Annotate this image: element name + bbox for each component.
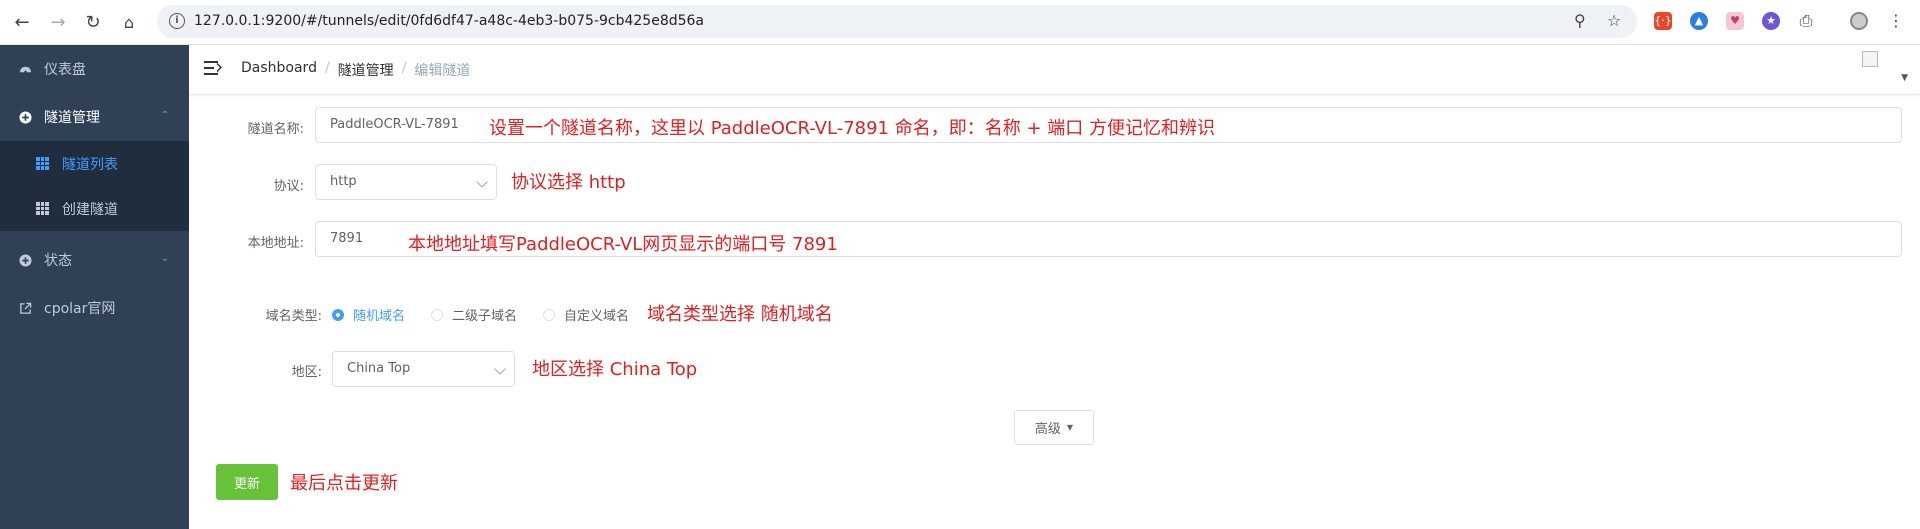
sidebar-item-status[interactable]: 状态 ⌄ <box>0 236 189 284</box>
sidebar: 仪表盘 隧道管理 ⌃ 隧道列表 创建隧道 状态 ⌄ cpolar官网 <box>0 45 189 529</box>
back-icon[interactable]: ← <box>9 9 35 35</box>
radio-label: 二级子域名 <box>452 309 518 324</box>
radio-custom-domain[interactable]: 自定义域名 <box>543 305 629 324</box>
extensions-icon[interactable]: ⎙ <box>1797 12 1815 30</box>
hamburger-icon[interactable] <box>204 60 222 76</box>
sidebar-item-label: 隧道管理 <box>44 110 100 126</box>
region-label: 地区: <box>291 365 322 380</box>
reload-icon[interactable]: ↻ <box>80 9 106 35</box>
sidebar-item-label: 状态 <box>44 253 72 269</box>
chevron-down-icon: ⌄ <box>160 253 169 264</box>
caret-down-icon[interactable]: ▼ <box>1901 73 1908 83</box>
sidebar-item-dashboard[interactable]: 仪表盘 <box>0 45 189 93</box>
annotation-domain: 域名类型选择 随机域名 <box>647 304 833 325</box>
radio-dot <box>431 308 443 321</box>
protocol-select[interactable]: http <box>315 164 497 200</box>
profile-icon[interactable] <box>1850 12 1868 30</box>
domain-type-label: 域名类型: <box>265 309 322 324</box>
update-button[interactable]: 更新 <box>216 464 278 500</box>
address-bar[interactable]: i 127.0.0.1:9200/#/tunnels/edit/0fd6df47… <box>157 5 1637 38</box>
annotation-protocol: 协议选择 http <box>511 172 626 193</box>
zoom-icon[interactable]: ⚲ <box>1574 11 1586 30</box>
browser-toolbar: ← → ↻ ⌂ i 127.0.0.1:9200/#/tunnels/edit/… <box>0 0 1920 45</box>
chevron-down-icon <box>494 363 506 375</box>
local-address-value: 7891 <box>330 231 364 246</box>
menu-icon[interactable]: ⋮ <box>1887 12 1905 30</box>
breadcrumb-item[interactable]: Dashboard <box>241 60 317 80</box>
sidebar-item-label: 隧道列表 <box>62 156 118 173</box>
update-label: 更新 <box>233 476 260 492</box>
extension-icon-2[interactable]: ▲ <box>1690 12 1708 30</box>
region-select[interactable]: China Top <box>332 351 515 387</box>
extension-icon-3[interactable]: ♥ <box>1726 12 1744 30</box>
radio-dot <box>332 308 344 321</box>
annotation-local: 本地地址填写PaddleOCR-VL网页显示的端口号 7891 <box>408 234 838 255</box>
chevron-down-icon <box>476 176 488 188</box>
protocol-label: 协议: <box>273 179 304 194</box>
table-icon <box>36 202 49 215</box>
app-navbar: Dashboard / 隧道管理 / 编辑隧道 ▼ <box>189 45 1920 95</box>
breadcrumb-current: 编辑隧道 <box>414 63 471 79</box>
sidebar-item-label: cpolar官网 <box>44 301 116 317</box>
sidebar-item-create-tunnel[interactable]: 创建隧道 <box>0 186 189 231</box>
radio-subdomain[interactable]: 二级子域名 <box>431 305 517 324</box>
region-value: China Top <box>347 361 411 376</box>
extension-icon-4[interactable]: ★ <box>1762 12 1780 30</box>
bookmark-star-icon[interactable]: ☆ <box>1607 11 1621 30</box>
tunnels-submenu: 隧道列表 创建隧道 <box>0 141 189 231</box>
home-icon[interactable]: ⌂ <box>116 9 142 35</box>
annotation-name: 设置一个隧道名称，这里以 PaddleOCR-VL-7891 命名，即：名称 +… <box>489 118 1215 139</box>
url-text[interactable]: 127.0.0.1:9200/#/tunnels/edit/0fd6df47-a… <box>194 13 704 29</box>
table-icon <box>36 157 49 170</box>
radio-label: 自定义域名 <box>564 309 630 324</box>
breadcrumb-item[interactable]: 隧道管理 <box>338 60 394 80</box>
breadcrumb: Dashboard / 隧道管理 / 编辑隧道 <box>241 60 470 80</box>
annotation-update: 最后点击更新 <box>290 473 398 494</box>
tunnel-name-label: 隧道名称: <box>247 122 304 137</box>
site-info-icon[interactable]: i <box>169 13 185 29</box>
dashboard-icon <box>18 62 32 76</box>
breadcrumb-separator: / <box>324 60 330 76</box>
sidebar-item-tunnel-list[interactable]: 隧道列表 <box>0 141 189 186</box>
sidebar-item-cpolar-site[interactable]: cpolar官网 <box>0 284 189 332</box>
advanced-button[interactable]: 高级 ▼ <box>1014 410 1094 445</box>
external-link-icon <box>18 301 32 315</box>
tunnel-name-value: PaddleOCR-VL-7891 <box>330 117 459 132</box>
chevron-up-icon: ⌃ <box>160 110 169 121</box>
radio-dot <box>543 308 555 321</box>
local-address-label: 本地地址: <box>247 236 304 251</box>
protocol-value: http <box>330 174 357 189</box>
radio-label: 随机域名 <box>353 309 406 324</box>
annotation-region: 地区选择 China Top <box>532 359 698 380</box>
plus-circle-icon <box>18 253 32 267</box>
avatar[interactable] <box>1862 51 1878 67</box>
extension-icon-1[interactable]: {·} <box>1654 12 1672 30</box>
caret-down-icon: ▼ <box>1066 423 1074 432</box>
sidebar-item-tunnels[interactable]: 隧道管理 ⌃ <box>0 93 189 141</box>
breadcrumb-separator: / <box>401 60 407 76</box>
advanced-label: 高级 <box>1034 422 1061 437</box>
sidebar-item-label: 仪表盘 <box>44 62 86 78</box>
plus-circle-icon <box>18 110 32 124</box>
forward-icon[interactable]: → <box>45 9 71 35</box>
sidebar-item-label: 创建隧道 <box>62 201 118 218</box>
radio-random-domain[interactable]: 随机域名 <box>332 305 405 324</box>
